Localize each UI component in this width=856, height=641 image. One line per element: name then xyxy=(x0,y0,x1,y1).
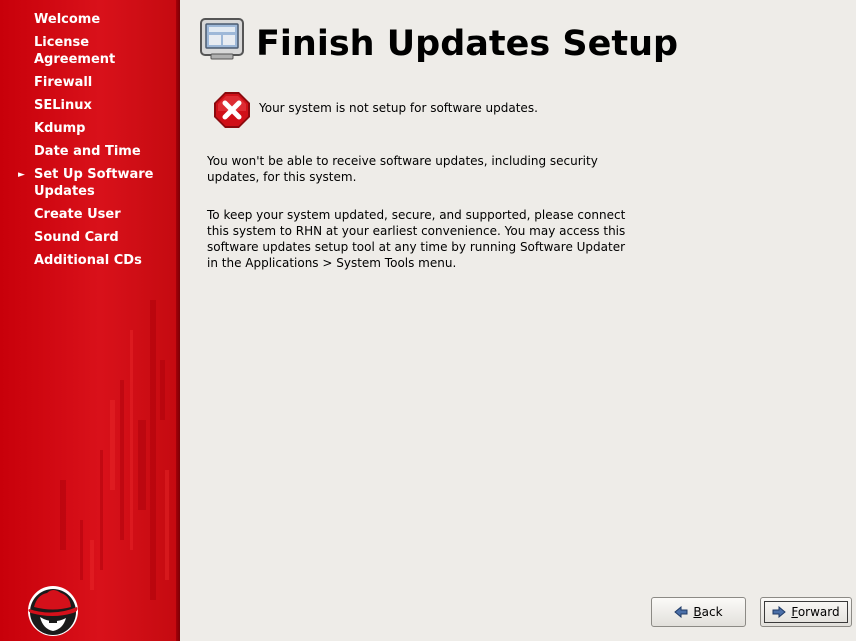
sidebar-item-kdump[interactable]: Kdump xyxy=(0,120,176,137)
sidebar-item-set-up-software-updates[interactable]: ► Set Up Software Updates xyxy=(0,166,176,200)
sidebar-item-selinux[interactable]: SELinux xyxy=(0,97,176,114)
page-title: Finish Updates Setup xyxy=(256,24,679,64)
redhat-logo xyxy=(28,586,78,636)
sidebar-item-welcome[interactable]: Welcome xyxy=(0,11,176,28)
sidebar-item-label: License Agreement xyxy=(34,35,116,67)
sidebar-item-label: Sound Card xyxy=(34,230,119,245)
current-step-arrow-icon: ► xyxy=(18,170,25,180)
sidebar-item-create-user[interactable]: Create User xyxy=(0,206,176,223)
sidebar-item-label: Kdump xyxy=(34,121,86,136)
sidebar-item-label: SELinux xyxy=(34,98,92,113)
forward-button-label: Forward xyxy=(791,605,840,619)
sidebar-item-label: Welcome xyxy=(34,12,101,27)
sidebar-item-label: Additional CDs xyxy=(34,253,142,268)
arrow-left-icon xyxy=(674,606,688,618)
sidebar-item-label: Date and Time xyxy=(34,144,141,159)
sidebar-item-license-agreement[interactable]: License Agreement xyxy=(0,34,176,68)
sidebar-item-additional-cds[interactable]: Additional CDs xyxy=(0,252,176,269)
info-paragraph-1: You won't be able to receive software up… xyxy=(207,154,598,184)
error-message: Your system is not setup for software up… xyxy=(259,101,538,115)
sidebar-item-date-and-time[interactable]: Date and Time xyxy=(0,143,176,160)
back-button-label: Back xyxy=(693,605,723,619)
sidebar-item-label: Firewall xyxy=(34,75,93,90)
error-stop-icon xyxy=(214,92,250,128)
back-button[interactable]: Back xyxy=(651,597,746,627)
sidebar-item-label: Set Up Software Updates xyxy=(34,167,154,199)
arrow-right-icon xyxy=(772,606,787,618)
sidebar-nav: Welcome License Agreement Firewall SELin… xyxy=(0,11,176,275)
sidebar-item-label: Create User xyxy=(34,207,121,222)
forward-button[interactable]: Forward xyxy=(760,597,852,627)
sidebar-item-firewall[interactable]: Firewall xyxy=(0,74,176,91)
computer-update-icon xyxy=(200,18,244,60)
sidebar: Welcome License Agreement Firewall SELin… xyxy=(0,0,180,641)
info-paragraph-2: To keep your system updated, secure, and… xyxy=(207,208,626,270)
sidebar-item-sound-card[interactable]: Sound Card xyxy=(0,229,176,246)
